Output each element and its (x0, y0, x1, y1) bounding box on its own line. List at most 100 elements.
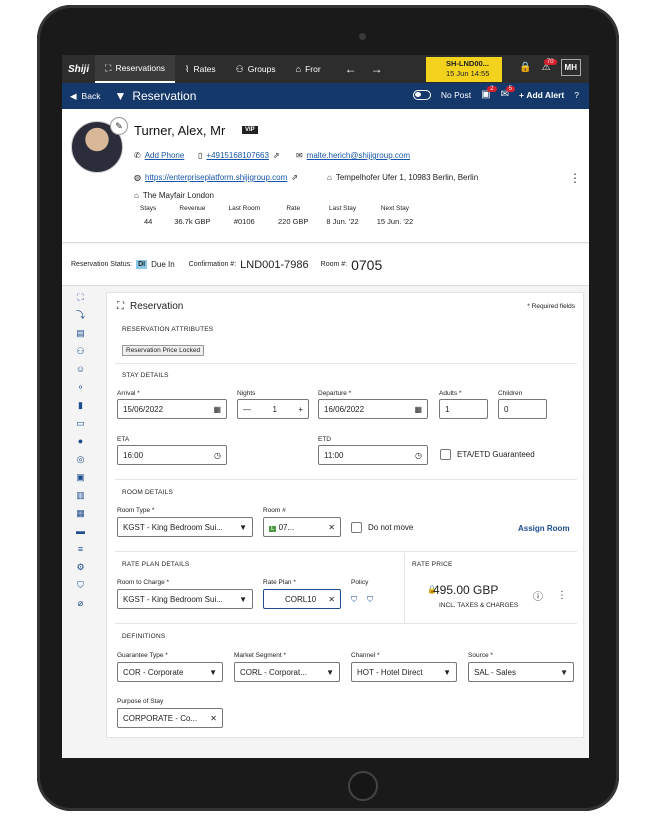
alert-icon[interactable]: ⚠ 70 (542, 59, 557, 73)
car-icon[interactable]: ▬ (76, 526, 86, 536)
email-link[interactable]: malte.herich@shijigroup.com (307, 151, 410, 160)
group-icon: ⚇ (235, 63, 244, 74)
etd-field[interactable]: 11:00 ◷ (318, 445, 428, 465)
home-icon: ⌂ (327, 173, 332, 182)
rate-price: 495.00 GBP (433, 583, 499, 597)
clock-icon[interactable]: ◷ (214, 451, 221, 460)
target-icon[interactable]: ◎ (76, 454, 86, 464)
filter-icon[interactable]: ≡ (76, 544, 86, 554)
price-locked-chip: Reservation Price Locked (122, 345, 205, 356)
network-icon[interactable]: ⚬ (76, 382, 86, 392)
chevron-down-icon: ▼ (209, 667, 217, 677)
chart-icon: ⌇ (185, 63, 190, 74)
reservation-form: ⛶ Reservation * Required fields RESERVAT… (106, 292, 584, 738)
phone-link[interactable]: +4915168107663 (206, 151, 269, 160)
policy-shield-icon[interactable]: ⛉ (351, 595, 357, 605)
room-type-select[interactable]: KGST - King Bedroom Sui... ▼ (117, 517, 253, 537)
settings-icon[interactable]: ⚙ (76, 562, 86, 572)
guests-icon[interactable]: ⚇ (76, 346, 86, 356)
edit-icon[interactable]: ✎ (110, 117, 128, 135)
guarantee-type-select[interactable]: COR - Corporate ▼ (117, 662, 223, 682)
nav-bar: ◀ Back ▼ Reservation No Post ▣ 2 ✉ 5 + Add A… (62, 83, 589, 109)
rate-plan-field[interactable]: CORL10 ✕ (263, 589, 341, 609)
globe-icon: ◍ (134, 173, 141, 182)
status-badge: DI (136, 260, 148, 269)
bed-icon: ⛶ (105, 62, 112, 73)
adults-field[interactable]: 1 (439, 399, 488, 419)
status-bar: Reservation Status: DI Due In Confirmati… (62, 244, 589, 286)
message-icon[interactable]: ✉ 5 (501, 86, 515, 100)
guaranteed-checkbox[interactable] (440, 449, 451, 460)
calendar-icon[interactable]: ▦ (213, 405, 221, 414)
channel-select[interactable]: HOT - Hotel Direct ▼ (351, 662, 457, 682)
donotmove-checkbox[interactable] (351, 522, 362, 533)
folio-icon[interactable]: ▤ (76, 328, 86, 338)
reservation-icon[interactable]: ⛶ (76, 292, 86, 302)
purpose-field[interactable]: CORPORATE - Co... ✕ (117, 708, 223, 728)
add-phone-link[interactable]: Add Phone (145, 151, 185, 160)
tab-groups[interactable]: ⚇ Groups (226, 55, 286, 83)
add-alert-button[interactable]: + Add Alert (519, 90, 564, 100)
nights-stepper[interactable]: —1 + (237, 399, 309, 419)
shield-icon[interactable]: ⛉ (76, 580, 86, 590)
card-icon[interactable]: ▣ (76, 472, 86, 482)
source-select[interactable]: SAL - Sales ▼ (468, 662, 574, 682)
room-number: 0705 (351, 256, 383, 273)
notes-icon[interactable]: ▭ (76, 418, 86, 428)
dropdown-icon[interactable]: ▼ (114, 89, 126, 103)
tab-rates[interactable]: ⌇ Rates (175, 55, 226, 83)
form-title: Reservation (130, 301, 184, 312)
bell-desk-icon: ⌂ (295, 64, 302, 74)
alert-count: 70 (543, 59, 557, 65)
location-icon[interactable]: ● (76, 436, 86, 446)
sidebar: ⛶ ⤵ ▤ ⚇ ☺ ⚬ ▮ ▭ ● ◎ ▣ ▥ ▦ ▬ ≡ ⚙ ⛉ ⌀ (62, 286, 99, 758)
calendar-icon[interactable]: ▦ (414, 405, 422, 414)
plus-icon[interactable]: + (298, 405, 303, 414)
building-icon[interactable]: ▥ (76, 490, 86, 500)
tab-front[interactable]: ⌂ Fror (286, 55, 331, 83)
plus-icon: + (518, 89, 524, 100)
eta-field[interactable]: 16:00 ◷ (117, 445, 227, 465)
clear-icon[interactable]: ✕ (328, 523, 335, 532)
policy-shield-icon[interactable]: ⛉ (367, 595, 373, 605)
website-link[interactable]: https://enterpriseplatform.shijigroup.co… (145, 173, 287, 182)
vip-badge: VIP (242, 126, 258, 134)
arrival-field[interactable]: 15/06/2022 ▦ (117, 399, 227, 419)
badge-icon[interactable]: ▮ (76, 400, 86, 410)
company-icon: ⌂ (134, 191, 139, 200)
clock-icon[interactable]: ◷ (415, 451, 422, 460)
lock-icon[interactable]: 🔒 (519, 62, 531, 73)
session-box[interactable]: SH-LND00... 15 Jun 14:55 (426, 57, 502, 82)
help-icon[interactable]: ? (574, 90, 579, 100)
arrow-right-icon[interactable]: → (371, 62, 383, 76)
departure-field[interactable]: 16/06/2022 ▦ (318, 399, 428, 419)
clear-icon[interactable]: ✕ (328, 595, 335, 604)
calendar-icon[interactable]: ▦ (76, 508, 86, 518)
market-segment-select[interactable]: CORL - Corporat... ▼ (234, 662, 340, 682)
phone-icon: ✆ (134, 151, 141, 160)
children-field[interactable]: 0 (498, 399, 547, 419)
room-number-field[interactable]: L 07... ✕ (263, 517, 341, 537)
assign-room-button[interactable]: Assign Room (518, 524, 570, 533)
profile-icon[interactable]: ☺ (76, 364, 86, 374)
more-icon[interactable]: ⋮ (557, 590, 567, 601)
minus-icon[interactable]: — (243, 405, 251, 414)
nopost-toggle[interactable] (412, 89, 431, 100)
user-avatar[interactable]: MH (560, 59, 581, 76)
room-to-charge-select[interactable]: KGST - King Bedroom Sui... ▼ (117, 589, 253, 609)
home-button[interactable] (348, 771, 378, 801)
attachment-icon[interactable]: ⌀ (76, 598, 86, 608)
briefcase-icon[interactable]: ▣ 2 (481, 86, 497, 100)
tab-reservations[interactable]: ⛶ Reservations (95, 55, 176, 83)
info-icon[interactable]: ⓘ (533, 588, 543, 603)
arrow-left-icon[interactable]: ← (345, 62, 357, 76)
confirmation-number: LND001-7986 (240, 258, 309, 271)
chevron-down-icon: ▼ (326, 667, 334, 677)
back-button[interactable]: ◀ Back (70, 91, 100, 102)
guest-stats: Stays 44 Revenue 36.7k GBP Last Room #0106 … (140, 205, 414, 226)
clear-icon[interactable]: ✕ (210, 714, 217, 723)
more-icon[interactable]: ⋮ (569, 171, 581, 185)
address: Tempelhofer Ufer 1, 10983 Berlin, Berlin (335, 173, 479, 182)
checkin-icon[interactable]: ⤵ (76, 310, 86, 320)
nopost-label: No Post (440, 89, 472, 100)
